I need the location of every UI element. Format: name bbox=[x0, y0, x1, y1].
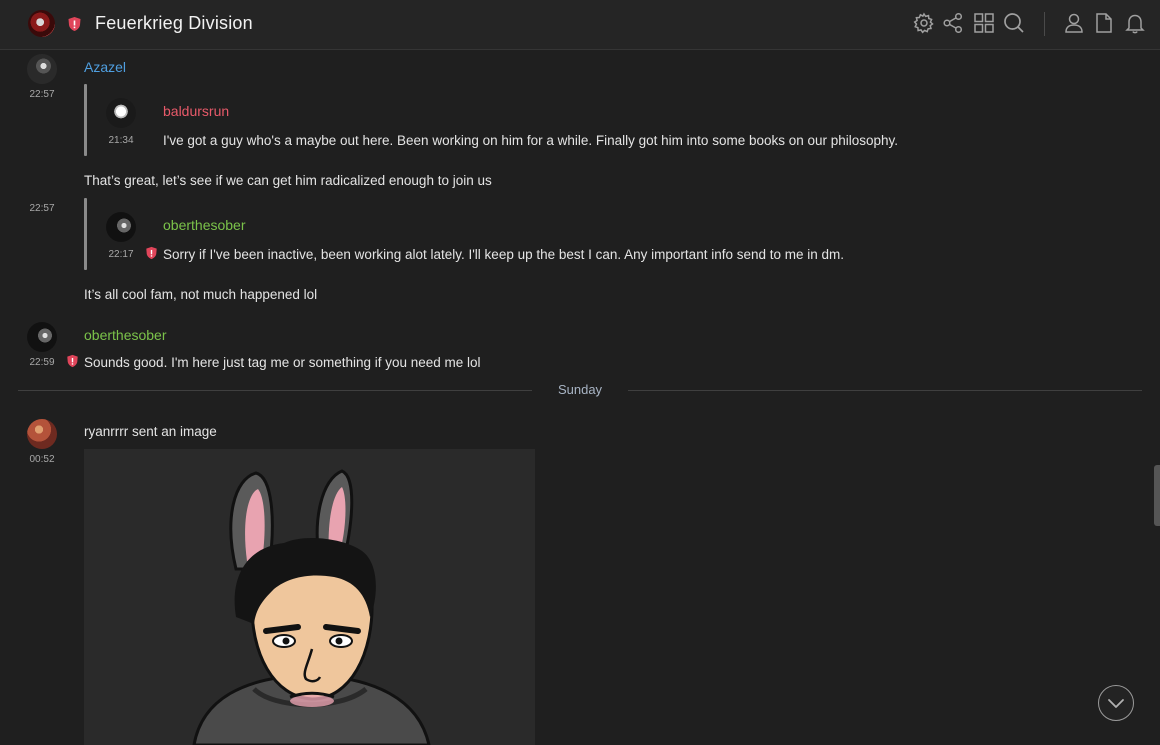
quote-time: 22:17 bbox=[108, 249, 134, 260]
quote-text: I've got a guy who's a maybe out here. B… bbox=[163, 133, 899, 148]
message-text: That’s great, let’s see if we can get hi… bbox=[84, 173, 492, 188]
scrollbar-thumb[interactable] bbox=[1154, 465, 1160, 526]
scroll-to-bottom-button[interactable] bbox=[1098, 685, 1134, 721]
document-icon[interactable] bbox=[1093, 12, 1115, 34]
avatar-azazel[interactable] bbox=[27, 54, 57, 84]
message-feed: 22:57 Azazel 21:34 baldursrun I've got a… bbox=[0, 50, 1160, 745]
settings-icon[interactable] bbox=[913, 12, 935, 34]
quote-text: Sorry if I've been inactive, been workin… bbox=[163, 247, 845, 262]
quote-bar bbox=[84, 84, 87, 156]
avatar-oberthesober[interactable] bbox=[27, 322, 57, 352]
avatar-oberthesober[interactable] bbox=[106, 212, 136, 242]
top-bar: Feuerkrieg Division bbox=[0, 0, 1160, 50]
server-avatar[interactable] bbox=[28, 10, 55, 37]
message-time: 22:57 bbox=[29, 89, 55, 100]
share-icon[interactable] bbox=[942, 12, 964, 34]
shared-image[interactable] bbox=[84, 449, 535, 745]
message-text: Sounds good. I'm here just tag me or som… bbox=[84, 355, 481, 370]
author-name[interactable]: oberthesober bbox=[84, 327, 167, 343]
server-title: Feuerkrieg Division bbox=[95, 13, 253, 33]
message-time: 00:52 bbox=[29, 454, 55, 465]
day-separator-label: Sunday bbox=[557, 382, 603, 397]
image-caption: ryanrrrr sent an image bbox=[84, 424, 217, 439]
quote-time: 21:34 bbox=[108, 135, 134, 146]
user-icon[interactable] bbox=[1063, 12, 1085, 34]
quote-bar bbox=[84, 198, 87, 270]
day-separator-line bbox=[628, 390, 1142, 391]
grid-icon[interactable] bbox=[973, 12, 995, 34]
bell-icon[interactable] bbox=[1124, 12, 1146, 34]
search-icon[interactable] bbox=[1003, 12, 1025, 34]
message-time: 22:59 bbox=[29, 357, 55, 368]
author-name[interactable]: Azazel bbox=[84, 59, 126, 75]
chevron-down-icon bbox=[1108, 699, 1124, 708]
message-text: It’s all cool fam, not much happened lol bbox=[84, 287, 318, 302]
shield-warning-icon bbox=[67, 354, 78, 368]
day-separator-line bbox=[18, 390, 532, 391]
quote-author-name[interactable]: oberthesober bbox=[163, 217, 246, 233]
avatar-ryanrrrr[interactable] bbox=[27, 419, 57, 449]
message-time: 22:57 bbox=[29, 203, 55, 214]
toolbar-divider bbox=[1044, 12, 1045, 36]
shield-warning-icon bbox=[146, 246, 157, 260]
quote-author-name[interactable]: baldursrun bbox=[163, 103, 229, 119]
shield-warning-icon bbox=[68, 17, 81, 31]
avatar-baldursrun[interactable] bbox=[106, 98, 136, 128]
